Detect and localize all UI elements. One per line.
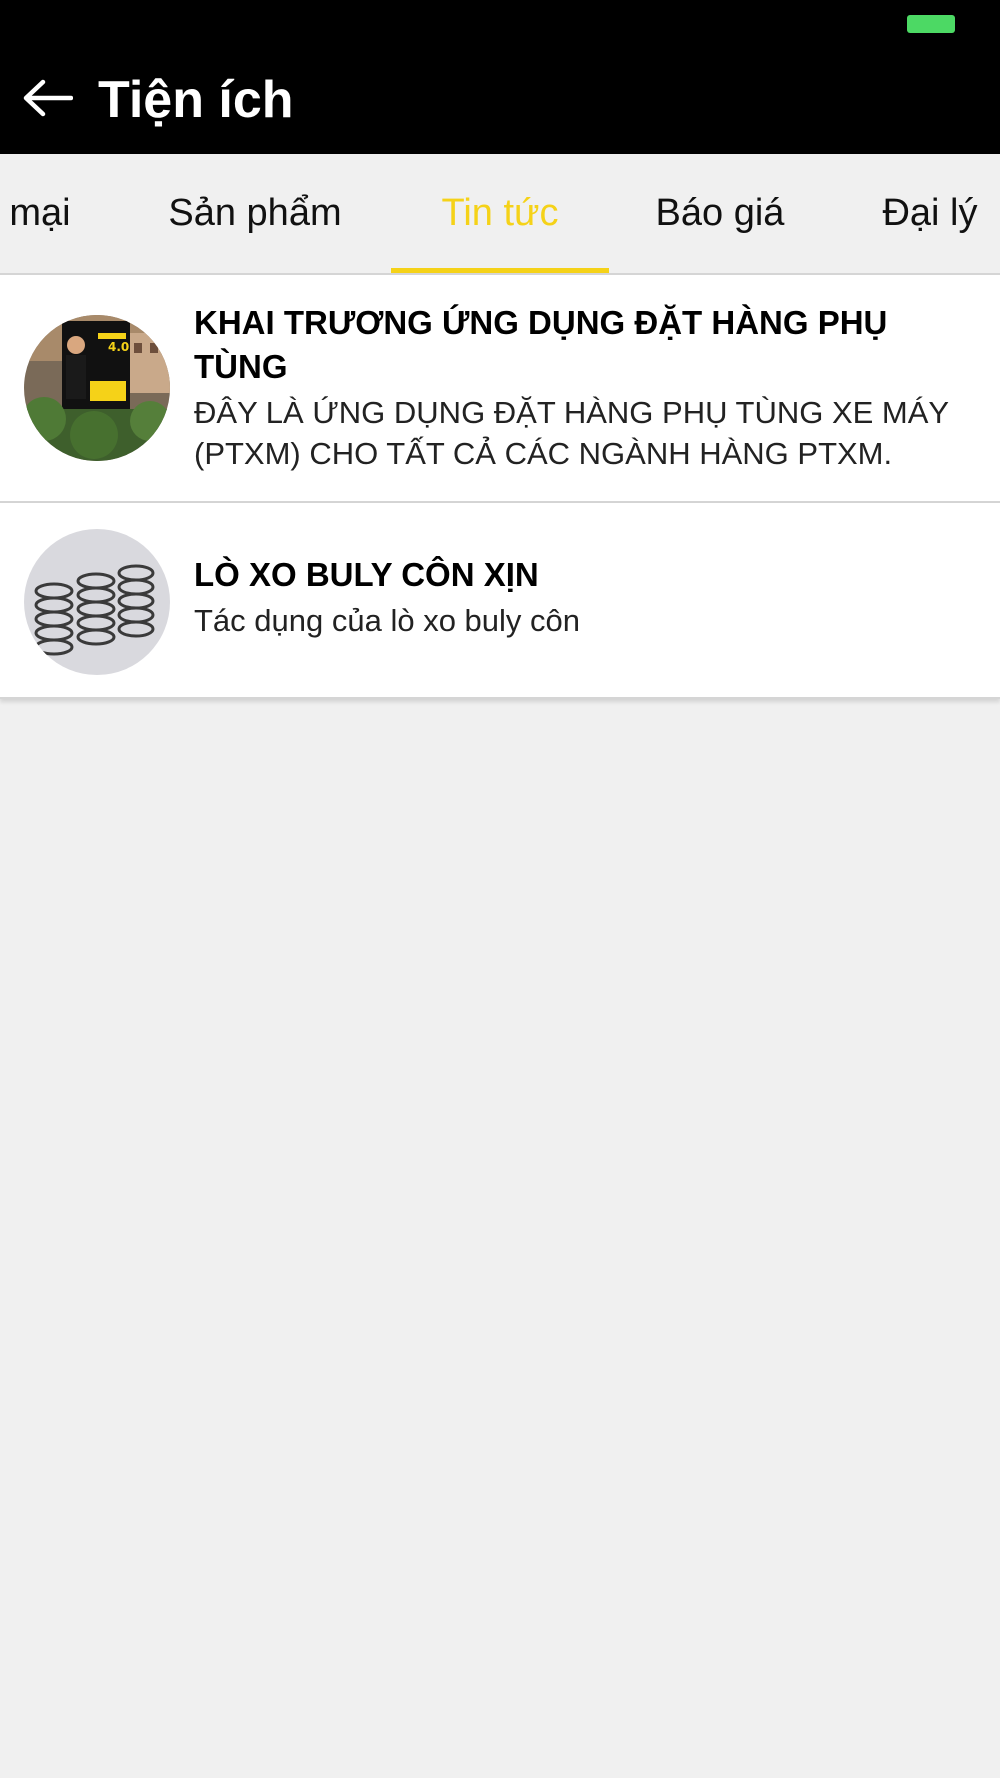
- tab-bar: mại Sản phẩm Tin tức Báo giá Đại lý: [0, 154, 1000, 275]
- news-list: 4.0 KHAI TRƯƠNG ỨNG DỤNG ĐẶT HÀNG PHỤ TÙ…: [0, 275, 1000, 699]
- news-text: LÒ XO BULY CÔN XỊN Tác dụng của lò xo bu…: [194, 553, 970, 641]
- tab-promotion[interactable]: mại: [0, 154, 100, 273]
- news-description: Tác dụng của lò xo buly côn: [194, 603, 581, 638]
- app-bar: Tiện ích: [0, 48, 1000, 154]
- battery-icon: [907, 15, 955, 33]
- news-text: KHAI TRƯƠNG ỨNG DỤNG ĐẶT HÀNG PHỤ TÙNG Đ…: [194, 301, 970, 474]
- tab-dealers[interactable]: Đại lý: [850, 154, 1000, 273]
- page-title: Tiện ích: [98, 71, 294, 129]
- svg-text:4.0: 4.0: [108, 340, 129, 354]
- news-title: KHAI TRƯƠNG ỨNG DỤNG ĐẶT HÀNG PHỤ TÙNG: [194, 304, 888, 385]
- back-button[interactable]: [14, 68, 80, 128]
- news-item[interactable]: 4.0 KHAI TRƯƠNG ỨNG DỤNG ĐẶT HÀNG PHỤ TÙ…: [0, 275, 1000, 503]
- arrow-left-icon: [23, 79, 73, 117]
- news-title: LÒ XO BULY CÔN XỊN: [194, 556, 539, 593]
- news-description: ĐÂY LÀ ỨNG DỤNG ĐẶT HÀNG PHỤ TÙNG XE MÁY…: [194, 395, 949, 471]
- status-bar: [0, 0, 1000, 48]
- news-thumbnail: 4.0: [24, 315, 170, 461]
- tab-news[interactable]: Tin tức: [391, 154, 609, 273]
- news-thumbnail: [24, 529, 170, 675]
- tab-quotes[interactable]: Báo giá: [610, 154, 830, 273]
- tab-products[interactable]: Sản phẩm: [140, 154, 370, 273]
- news-item[interactable]: LÒ XO BULY CÔN XỊN Tác dụng của lò xo bu…: [0, 503, 1000, 699]
